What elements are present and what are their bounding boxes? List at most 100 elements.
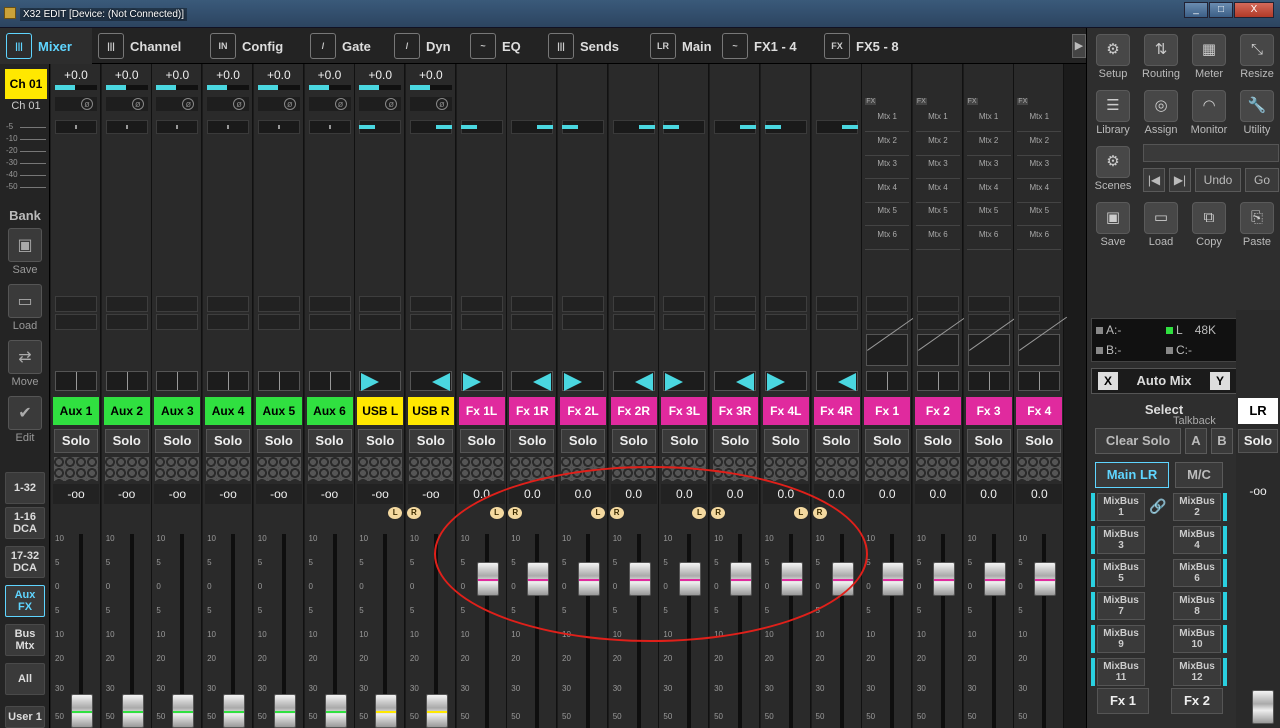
copy-button[interactable]: ⧉ Copy <box>1187 198 1231 252</box>
fader-knob[interactable] <box>172 694 195 728</box>
matrix-send[interactable]: Mtx 5 <box>966 206 1011 226</box>
monitor-button[interactable]: ◠ Monitor <box>1187 86 1231 140</box>
mute-group-dots[interactable] <box>713 457 758 481</box>
fader-knob[interactable] <box>273 694 296 728</box>
mute-group-dots[interactable] <box>966 457 1011 481</box>
matrix-send[interactable]: Mtx 6 <box>966 230 1011 250</box>
mute-group-dots[interactable] <box>611 457 656 481</box>
fader-knob[interactable] <box>932 562 955 596</box>
mixbus-button[interactable]: MixBus 7 <box>1097 592 1145 620</box>
tab-fx1-4[interactable]: ~ FX1 - 4 <box>716 28 818 64</box>
eq-curve[interactable] <box>967 316 1017 366</box>
phase-invert[interactable]: ø <box>308 97 351 111</box>
pan-control[interactable] <box>815 371 858 391</box>
talkback-a-button[interactable]: A <box>1185 428 1207 454</box>
solo-button[interactable]: Solo <box>256 429 301 453</box>
mute-group-dots[interactable] <box>307 457 352 481</box>
matrix-send[interactable]: Mtx 3 <box>865 159 910 179</box>
routing-button[interactable]: ⇅ Routing <box>1139 30 1183 84</box>
solo-button[interactable]: Solo <box>713 429 758 453</box>
matrix-send[interactable]: Mtx 2 <box>865 136 910 156</box>
clear-solo-button[interactable]: Clear Solo <box>1095 428 1181 454</box>
fader-knob[interactable] <box>780 562 803 596</box>
send-slot[interactable] <box>612 296 655 312</box>
solo-button[interactable]: Solo <box>155 429 200 453</box>
send-slot[interactable] <box>55 296 97 312</box>
send-slot[interactable] <box>612 314 655 330</box>
matrix-send[interactable]: Mtx 1 <box>966 112 1011 132</box>
matrix-send[interactable]: Mtx 4 <box>915 183 960 203</box>
send-slot[interactable] <box>409 314 452 330</box>
pan-control[interactable] <box>156 371 199 391</box>
paste-button[interactable]: ⎘ Paste <box>1235 198 1279 252</box>
matrix-send[interactable]: Mtx 1 <box>865 112 910 132</box>
tab-scroll-right-arrow[interactable]: ▶ <box>1072 34 1086 58</box>
mixbus-button[interactable]: MixBus 9 <box>1097 625 1145 653</box>
mixbus-button[interactable]: MixBus 2 <box>1173 493 1221 521</box>
mute-group-dots[interactable] <box>256 457 301 481</box>
fader-knob[interactable] <box>578 562 600 596</box>
pan-control[interactable] <box>612 371 655 391</box>
send-slot[interactable] <box>1018 314 1061 330</box>
mute-group-dots[interactable] <box>459 457 504 481</box>
gain-bar[interactable] <box>359 85 402 90</box>
send-slot[interactable] <box>511 296 554 312</box>
solo-button[interactable]: Solo <box>561 429 605 453</box>
bank-button-17-32-dca[interactable]: 17-32 DCA <box>5 546 45 578</box>
mute-group-dots[interactable] <box>814 457 859 481</box>
send-slot[interactable] <box>916 314 959 330</box>
send-slot[interactable] <box>409 296 452 312</box>
channel-name[interactable]: Fx 1L <box>458 397 505 425</box>
mute-group-dots[interactable] <box>358 457 403 481</box>
matrix-send[interactable]: Mtx 5 <box>865 206 910 226</box>
eq-curve[interactable] <box>1018 316 1068 366</box>
pan-control[interactable] <box>511 371 554 391</box>
scene-go-button[interactable]: Go <box>1245 168 1279 192</box>
fader-knob[interactable] <box>730 562 753 596</box>
channel-name[interactable]: Aux 3 <box>154 397 201 425</box>
phase-invert[interactable]: ø <box>207 97 250 111</box>
solo-button[interactable]: Solo <box>358 429 403 453</box>
gain-value[interactable]: +0.0 <box>105 68 149 82</box>
load-button[interactable]: ▭ Load <box>1139 198 1183 252</box>
save-action-button[interactable]: ▣ <box>8 228 42 262</box>
link-chain-icon[interactable]: 🔗 <box>1149 498 1166 515</box>
mute-group-dots[interactable] <box>408 457 453 481</box>
send-slot[interactable] <box>257 296 300 312</box>
tab-eq[interactable]: ~ EQ <box>464 28 542 64</box>
mixbus-button[interactable]: MixBus 12 <box>1173 658 1221 686</box>
bank-button-1-16-dca[interactable]: 1-16 DCA <box>5 507 45 539</box>
talkback-b-button[interactable]: B <box>1211 428 1233 454</box>
send-slot[interactable] <box>207 296 250 312</box>
matrix-send[interactable]: Mtx 6 <box>865 230 910 250</box>
gain-bar[interactable] <box>55 85 97 90</box>
maximize-button[interactable]: □ <box>1209 2 1233 18</box>
solo-button[interactable]: Solo <box>1017 429 1062 453</box>
fader-knob[interactable] <box>476 562 499 596</box>
gain-bar[interactable] <box>105 85 148 90</box>
tab-mixer[interactable]: ||| Mixer <box>0 28 92 64</box>
channel-name[interactable]: Fx 2 <box>914 397 961 425</box>
matrix-send[interactable]: Mtx 3 <box>966 159 1011 179</box>
mute-group-dots[interactable] <box>865 457 910 481</box>
gain-value[interactable]: +0.0 <box>409 68 453 82</box>
send-slot[interactable] <box>866 296 909 312</box>
scene-next-button[interactable]: ▶| <box>1169 168 1191 192</box>
solo-button[interactable]: Solo <box>865 429 910 453</box>
bank-button-aux-fx[interactable]: Aux FX <box>5 585 45 617</box>
resize-button[interactable]: ⤡ Resize <box>1235 30 1279 84</box>
send-slot[interactable] <box>764 296 807 312</box>
mixbus-button[interactable]: MixBus 4 <box>1173 526 1221 554</box>
solo-button[interactable]: Solo <box>510 429 555 453</box>
main-lr-button[interactable]: Main LR <box>1095 462 1169 488</box>
scene-name-field[interactable] <box>1143 144 1279 162</box>
send-slot[interactable] <box>916 296 959 312</box>
send-slot[interactable] <box>511 314 554 330</box>
mute-group-dots[interactable] <box>662 457 707 481</box>
channel-name[interactable]: USB L <box>357 397 404 425</box>
send-slot[interactable] <box>866 314 909 330</box>
matrix-send[interactable]: Mtx 2 <box>966 136 1011 156</box>
fader-knob[interactable] <box>527 562 550 596</box>
gain-value[interactable]: +0.0 <box>358 68 402 82</box>
send-slot[interactable] <box>308 296 351 312</box>
